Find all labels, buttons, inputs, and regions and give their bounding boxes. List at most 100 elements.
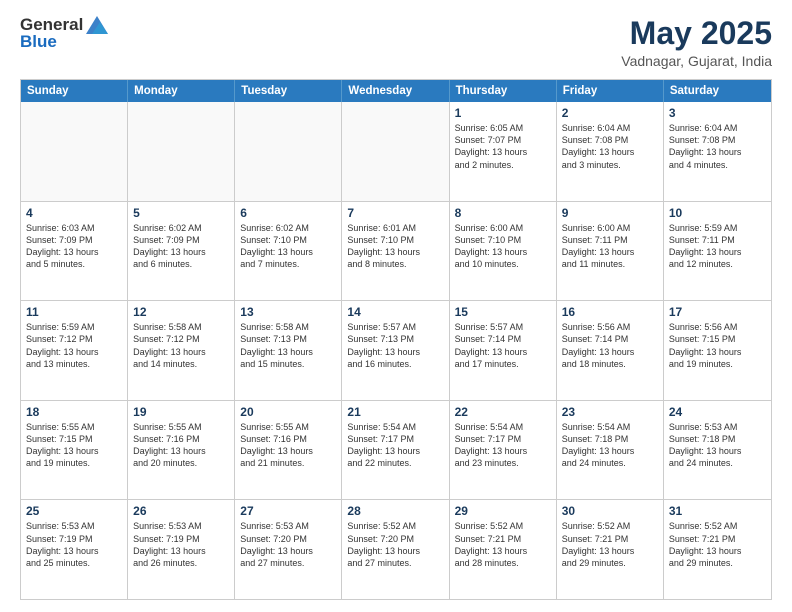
cal-cell: 6Sunrise: 6:02 AMSunset: 7:10 PMDaylight… (235, 202, 342, 301)
day-header-monday: Monday (128, 80, 235, 102)
month-title: May 2025 (621, 16, 772, 51)
cell-info: Sunrise: 6:05 AMSunset: 7:07 PMDaylight:… (455, 123, 528, 169)
day-number: 11 (26, 305, 122, 319)
day-number: 17 (669, 305, 766, 319)
day-number: 24 (669, 405, 766, 419)
cal-cell: 27 Sunrise: 5:53 AMSunset: 7:20 PMDayligh… (235, 500, 342, 599)
cal-cell: 25 Sunrise: 5:53 AMSunset: 7:19 PMDayligh… (21, 500, 128, 599)
day-number: 29 (455, 504, 551, 518)
cell-info: Sunrise: 5:54 AMSunset: 7:18 PMDaylight:… (562, 422, 635, 468)
day-number: 14 (347, 305, 443, 319)
cal-cell: 17Sunrise: 5:56 AMSunset: 7:15 PMDayligh… (664, 301, 771, 400)
cell-info: Sunrise: 6:04 AMSunset: 7:08 PMDaylight:… (669, 123, 742, 169)
day-number: 16 (562, 305, 658, 319)
day-header-friday: Friday (557, 80, 664, 102)
cal-cell: 12 Sunrise: 5:58 AMSunset: 7:12 PMDayligh… (128, 301, 235, 400)
cal-cell: 15 Sunrise: 5:57 AMSunset: 7:14 PMDayligh… (450, 301, 557, 400)
cell-info: Sunrise: 5:53 AMSunset: 7:18 PMDaylight:… (669, 422, 742, 468)
day-header-saturday: Saturday (664, 80, 771, 102)
day-number: 21 (347, 405, 443, 419)
cell-info: Sunrise: 5:53 AMSunset: 7:20 PMDaylight:… (240, 521, 313, 567)
cal-cell: 29Sunrise: 5:52 AMSunset: 7:21 PMDayligh… (450, 500, 557, 599)
day-number: 1 (455, 106, 551, 120)
day-header-sunday: Sunday (21, 80, 128, 102)
cal-cell: 20Sunrise: 5:55 AMSunset: 7:16 PMDayligh… (235, 401, 342, 500)
cal-cell: 22 Sunrise: 5:54 AMSunset: 7:17 PMDayligh… (450, 401, 557, 500)
cell-info: Sunrise: 6:03 AMSunset: 7:09 PMDaylight:… (26, 223, 99, 269)
calendar-body: 1 Sunrise: 6:05 AMSunset: 7:07 PMDaylight… (21, 102, 771, 599)
day-number: 15 (455, 305, 551, 319)
day-header-thursday: Thursday (450, 80, 557, 102)
day-number: 22 (455, 405, 551, 419)
day-number: 31 (669, 504, 766, 518)
cal-cell: 11Sunrise: 5:59 AMSunset: 7:12 PMDayligh… (21, 301, 128, 400)
cell-info: Sunrise: 5:53 AMSunset: 7:19 PMDaylight:… (26, 521, 99, 567)
day-number: 28 (347, 504, 443, 518)
cell-info: Sunrise: 5:58 AMSunset: 7:13 PMDaylight:… (240, 322, 313, 368)
day-number: 27 (240, 504, 336, 518)
cal-cell (21, 102, 128, 201)
cal-cell: 4Sunrise: 6:03 AMSunset: 7:09 PMDaylight… (21, 202, 128, 301)
cal-cell: 13 Sunrise: 5:58 AMSunset: 7:13 PMDayligh… (235, 301, 342, 400)
cal-cell: 14Sunrise: 5:57 AMSunset: 7:13 PMDayligh… (342, 301, 449, 400)
cell-info: Sunrise: 5:52 AMSunset: 7:20 PMDaylight:… (347, 521, 420, 567)
cell-info: Sunrise: 5:52 AMSunset: 7:21 PMDaylight:… (562, 521, 635, 567)
day-number: 30 (562, 504, 658, 518)
cal-cell: 18Sunrise: 5:55 AMSunset: 7:15 PMDayligh… (21, 401, 128, 500)
cell-info: Sunrise: 6:01 AMSunset: 7:10 PMDaylight:… (347, 223, 420, 269)
cal-cell: 19Sunrise: 5:55 AMSunset: 7:16 PMDayligh… (128, 401, 235, 500)
day-number: 23 (562, 405, 658, 419)
cell-info: Sunrise: 5:59 AMSunset: 7:11 PMDaylight:… (669, 223, 742, 269)
cal-cell: 26Sunrise: 5:53 AMSunset: 7:19 PMDayligh… (128, 500, 235, 599)
cell-info: Sunrise: 5:56 AMSunset: 7:14 PMDaylight:… (562, 322, 635, 368)
cell-info: Sunrise: 5:54 AMSunset: 7:17 PMDaylight:… (347, 422, 420, 468)
cal-cell: 3 Sunrise: 6:04 AMSunset: 7:08 PMDaylight… (664, 102, 771, 201)
cal-cell (235, 102, 342, 201)
day-header-wednesday: Wednesday (342, 80, 449, 102)
location: Vadnagar, Gujarat, India (621, 53, 772, 69)
header: General Blue May 2025 Vadnagar, Gujarat,… (20, 16, 772, 69)
title-area: May 2025 Vadnagar, Gujarat, India (621, 16, 772, 69)
week-row-4: 18Sunrise: 5:55 AMSunset: 7:15 PMDayligh… (21, 401, 771, 501)
day-number: 7 (347, 206, 443, 220)
cal-cell (342, 102, 449, 201)
week-row-1: 1 Sunrise: 6:05 AMSunset: 7:07 PMDaylight… (21, 102, 771, 202)
day-header-tuesday: Tuesday (235, 80, 342, 102)
cal-cell: 21 Sunrise: 5:54 AMSunset: 7:17 PMDayligh… (342, 401, 449, 500)
day-number: 10 (669, 206, 766, 220)
cell-info: Sunrise: 6:04 AMSunset: 7:08 PMDaylight:… (562, 123, 635, 169)
page: General Blue May 2025 Vadnagar, Gujarat,… (0, 0, 792, 612)
day-number: 9 (562, 206, 658, 220)
cell-info: Sunrise: 6:02 AMSunset: 7:09 PMDaylight:… (133, 223, 206, 269)
week-row-3: 11Sunrise: 5:59 AMSunset: 7:12 PMDayligh… (21, 301, 771, 401)
cell-info: Sunrise: 5:58 AMSunset: 7:12 PMDaylight:… (133, 322, 206, 368)
day-number: 13 (240, 305, 336, 319)
day-number: 2 (562, 106, 658, 120)
cell-info: Sunrise: 5:54 AMSunset: 7:17 PMDaylight:… (455, 422, 528, 468)
cal-cell: 8Sunrise: 6:00 AMSunset: 7:10 PMDaylight… (450, 202, 557, 301)
cal-cell: 24 Sunrise: 5:53 AMSunset: 7:18 PMDayligh… (664, 401, 771, 500)
cal-cell: 23 Sunrise: 5:54 AMSunset: 7:18 PMDayligh… (557, 401, 664, 500)
cell-info: Sunrise: 5:55 AMSunset: 7:16 PMDaylight:… (240, 422, 313, 468)
day-number: 5 (133, 206, 229, 220)
cal-cell: 7 Sunrise: 6:01 AMSunset: 7:10 PMDaylight… (342, 202, 449, 301)
day-number: 6 (240, 206, 336, 220)
day-number: 3 (669, 106, 766, 120)
cal-cell: 2 Sunrise: 6:04 AMSunset: 7:08 PMDaylight… (557, 102, 664, 201)
cal-cell: 1 Sunrise: 6:05 AMSunset: 7:07 PMDaylight… (450, 102, 557, 201)
logo-icon (86, 16, 108, 34)
cell-info: Sunrise: 6:00 AMSunset: 7:10 PMDaylight:… (455, 223, 528, 269)
cal-cell: 28 Sunrise: 5:52 AMSunset: 7:20 PMDayligh… (342, 500, 449, 599)
logo: General Blue (20, 16, 108, 51)
cell-info: Sunrise: 5:57 AMSunset: 7:14 PMDaylight:… (455, 322, 528, 368)
day-number: 25 (26, 504, 122, 518)
cal-cell: 16 Sunrise: 5:56 AMSunset: 7:14 PMDayligh… (557, 301, 664, 400)
week-row-2: 4Sunrise: 6:03 AMSunset: 7:09 PMDaylight… (21, 202, 771, 302)
logo-blue: Blue (20, 33, 57, 52)
day-number: 19 (133, 405, 229, 419)
cal-cell: 9Sunrise: 6:00 AMSunset: 7:11 PMDaylight… (557, 202, 664, 301)
cal-cell: 30 Sunrise: 5:52 AMSunset: 7:21 PMDayligh… (557, 500, 664, 599)
calendar: SundayMondayTuesdayWednesdayThursdayFrid… (20, 79, 772, 600)
day-number: 12 (133, 305, 229, 319)
day-number: 18 (26, 405, 122, 419)
